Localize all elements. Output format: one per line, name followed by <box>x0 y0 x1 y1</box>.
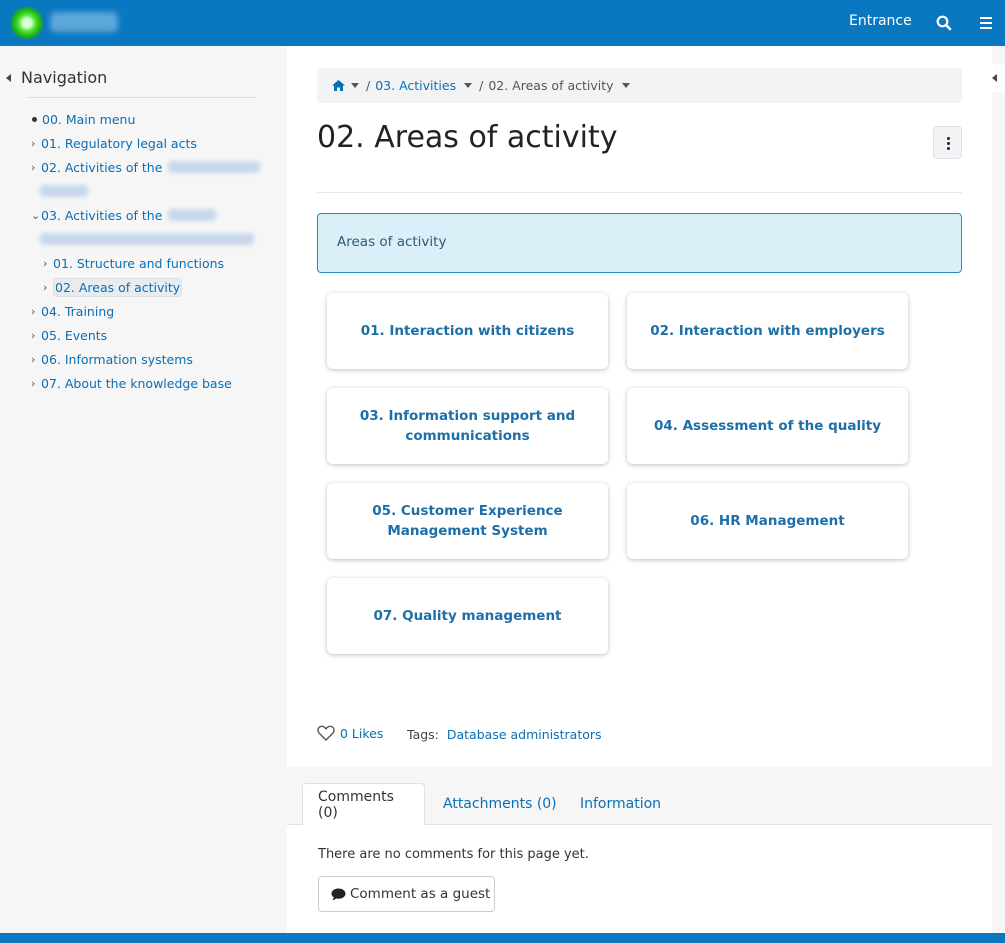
sidebar-item-information-systems[interactable]: › 06. Information systems <box>31 349 193 369</box>
navigation-toggle[interactable]: Navigation <box>6 68 107 87</box>
sidebar-item-activities-02[interactable]: › 02. Activities of the <box>31 157 261 177</box>
page-actions-button[interactable] <box>933 126 962 159</box>
tab-attachments[interactable]: Attachments (0) <box>428 783 572 825</box>
bullet-icon <box>32 116 37 122</box>
chevron-right-icon: › <box>31 352 36 366</box>
sidebar-item-structure-and-functions[interactable]: › 01. Structure and functions <box>43 253 224 273</box>
redacted-text <box>168 161 261 173</box>
likes-count: 0 Likes <box>340 725 384 741</box>
like-button[interactable]: 0 Likes <box>317 725 383 741</box>
breadcrumb: / 03. Activities / 02. Areas of activity <box>317 68 962 103</box>
sidebar-item-areas-of-activity[interactable]: › 02. Areas of activity <box>43 277 183 297</box>
chevron-right-icon: › <box>31 376 36 390</box>
comments-panel: There are no comments for this page yet.… <box>287 824 992 943</box>
tag-link[interactable]: Database administrators <box>447 727 602 742</box>
home-icon[interactable] <box>332 80 345 91</box>
sidebar-navigation: Navigation 00. Main menu › 01. Regulator… <box>0 46 287 934</box>
search-icon[interactable] <box>936 14 952 32</box>
logo-icon[interactable] <box>10 6 44 40</box>
kebab-icon <box>947 137 950 140</box>
caret-down-icon[interactable] <box>621 83 630 88</box>
tab-comments[interactable]: Comments (0) <box>302 783 425 825</box>
chevron-right-icon: › <box>31 328 36 342</box>
sidebar-item-activities-03[interactable]: ⌄ 03. Activities of the <box>31 205 217 225</box>
hamburger-icon[interactable] <box>979 14 995 32</box>
tile-assessment-of-quality[interactable]: 04. Assessment of the quality <box>627 388 908 464</box>
sidebar-item-about-knowledge-base[interactable]: › 07. About the knowledge base <box>31 373 232 393</box>
caret-down-icon[interactable] <box>351 83 359 88</box>
comment-icon <box>331 888 346 900</box>
sidebar-item-regulatory-legal-acts[interactable]: › 01. Regulatory legal acts <box>31 133 197 153</box>
caret-left-icon <box>6 73 11 82</box>
tile-interaction-with-employers[interactable]: 02. Interaction with employers <box>627 293 908 369</box>
tags-label: Tags: <box>407 727 439 742</box>
chevron-right-icon: › <box>31 136 36 150</box>
breadcrumb-item-current: 02. Areas of activity <box>488 78 614 93</box>
redacted-text <box>168 209 217 221</box>
chevron-right-icon: › <box>43 280 48 294</box>
chevron-down-icon: ⌄ <box>31 208 41 222</box>
tile-hr-management[interactable]: 06. HR Management <box>627 483 908 559</box>
caret-down-icon[interactable] <box>464 83 473 88</box>
caret-left-icon <box>992 74 997 82</box>
page-title: 02. Areas of activity <box>317 120 618 155</box>
sidebar-item-events[interactable]: › 05. Events <box>31 325 107 345</box>
footer-bar <box>0 933 1005 943</box>
redacted-text-line <box>40 229 254 249</box>
tab-information[interactable]: Information <box>565 783 676 825</box>
brand-name-redacted <box>50 12 118 32</box>
entrance-link[interactable]: Entrance <box>849 13 912 29</box>
tile-customer-experience[interactable]: 05. Customer Experience Management Syste… <box>327 483 608 559</box>
comment-as-guest-button[interactable]: Comment as a guest <box>318 876 495 912</box>
tile-interaction-with-citizens[interactable]: 01. Interaction with citizens <box>327 293 608 369</box>
divider <box>317 192 962 193</box>
divider <box>27 97 255 98</box>
chevron-right-icon: › <box>31 304 36 318</box>
breadcrumb-item-activities[interactable]: 03. Activities <box>375 78 456 93</box>
main-content: / 03. Activities / 02. Areas of activity… <box>287 46 992 767</box>
sidebar-item-training[interactable]: › 04. Training <box>31 301 114 321</box>
tags: Tags: Database administrators <box>407 727 602 742</box>
chevron-right-icon: › <box>43 256 48 270</box>
navigation-heading: Navigation <box>21 68 108 87</box>
top-bar: Entrance <box>0 0 1005 46</box>
no-comments-text: There are no comments for this page yet. <box>318 847 589 862</box>
tile-quality-management[interactable]: 07. Quality management <box>327 578 608 654</box>
redacted-text-line <box>40 181 88 201</box>
chevron-right-icon: › <box>31 160 36 174</box>
sidebar-item-main-menu[interactable]: 00. Main menu <box>31 109 135 129</box>
info-box: Areas of activity <box>317 213 962 273</box>
heart-icon <box>317 725 335 741</box>
tile-information-support[interactable]: 03. Information support and communicatio… <box>327 388 608 464</box>
